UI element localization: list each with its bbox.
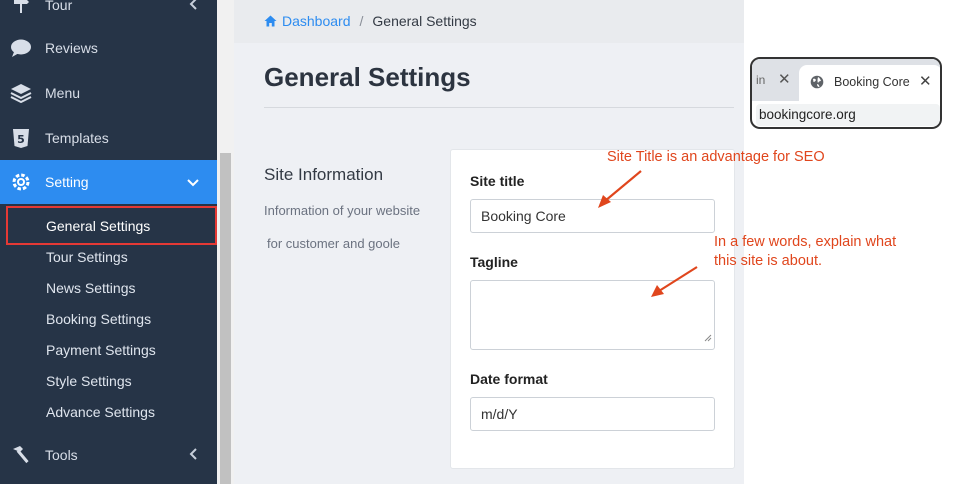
breadcrumb-separator: / bbox=[359, 13, 364, 29]
sidebar-item-label: Menu bbox=[45, 85, 81, 101]
sidebar-subitem-payment-settings[interactable]: Payment Settings bbox=[46, 340, 156, 360]
html5-icon: 5 bbox=[10, 127, 32, 149]
resize-grip-icon[interactable] bbox=[704, 329, 712, 347]
site-title-input[interactable] bbox=[470, 199, 715, 233]
sidebar-item-label: Reviews bbox=[45, 40, 98, 56]
sidebar-item-tools[interactable]: Tools bbox=[0, 433, 217, 477]
sidebar-item-tour[interactable]: Tour bbox=[0, 0, 217, 27]
sidebar-subitem-news-settings[interactable]: News Settings bbox=[46, 278, 135, 298]
svg-text:5: 5 bbox=[17, 133, 25, 146]
breadcrumb-current: General Settings bbox=[372, 13, 477, 29]
tagline-annotation-line2: this site is about. bbox=[714, 253, 822, 269]
sidebar-subitem-booking-settings[interactable]: Booking Settings bbox=[46, 309, 151, 329]
sidebar-item-templates[interactable]: 5 Templates bbox=[0, 116, 217, 160]
sidebar-item-label: Setting bbox=[45, 174, 89, 190]
browser-tab-strip: in ✕ Booking Core ✕ bbox=[752, 59, 940, 101]
section-description: Information of your website bbox=[264, 203, 421, 218]
breadcrumb-dashboard-link[interactable]: Dashboard bbox=[264, 13, 351, 29]
scrollbar-thumb[interactable] bbox=[220, 153, 231, 484]
hammer-icon bbox=[10, 444, 32, 466]
sidebar-subitem-tour-settings[interactable]: Tour Settings bbox=[46, 247, 128, 267]
site-title-annotation: Site Title is an advantage for SEO bbox=[607, 149, 825, 165]
chevron-left-icon bbox=[189, 447, 199, 463]
chevron-down-icon bbox=[187, 174, 199, 190]
sidebar-item-label: Tools bbox=[45, 447, 78, 463]
browser-tab-active[interactable]: Booking Core ✕ bbox=[799, 65, 940, 101]
address-bar[interactable]: bookingcore.org bbox=[756, 104, 940, 126]
sidebar-item-label: Templates bbox=[45, 130, 109, 146]
sidebar-subitem-general-settings[interactable]: General Settings bbox=[46, 216, 150, 236]
browser-tab-callout: in ✕ Booking Core ✕ bookingcore.org bbox=[750, 57, 942, 129]
browser-tab-previous[interactable]: in bbox=[756, 73, 765, 87]
site-title-label: Site title bbox=[470, 173, 525, 189]
date-format-input[interactable] bbox=[470, 397, 715, 431]
gear-icon bbox=[10, 171, 32, 193]
section-description-line2: for customer and goole bbox=[267, 236, 400, 251]
section-title: Site Information bbox=[264, 165, 384, 184]
sidebar-item-reviews[interactable]: Reviews bbox=[0, 26, 217, 70]
layers-icon bbox=[10, 82, 32, 104]
arrow-annotation bbox=[598, 170, 642, 208]
browser-tab-title: Booking Core bbox=[834, 75, 910, 89]
sidebar-subitem-style-settings[interactable]: Style Settings bbox=[46, 371, 132, 391]
signpost-icon bbox=[10, 0, 32, 16]
chevron-left-icon bbox=[189, 0, 199, 13]
date-format-label: Date format bbox=[470, 371, 548, 387]
sidebar-item-setting[interactable]: Setting bbox=[0, 160, 217, 204]
arrow-annotation bbox=[651, 266, 698, 297]
breadcrumb: Dashboard / General Settings bbox=[264, 13, 477, 29]
sidebar-item-label: Tour bbox=[45, 0, 73, 13]
tagline-label: Tagline bbox=[470, 254, 518, 270]
page-title: General Settings bbox=[264, 62, 471, 92]
close-icon[interactable]: ✕ bbox=[919, 72, 932, 90]
tagline-annotation-line1: In a few words, explain what bbox=[714, 234, 897, 250]
divider bbox=[264, 107, 734, 108]
comment-icon bbox=[10, 37, 32, 59]
tagline-annotation: In a few words, explain what this site i… bbox=[714, 233, 896, 271]
globe-icon bbox=[810, 75, 824, 94]
url-text: bookingcore.org bbox=[759, 107, 856, 122]
sidebar-subitem-advance-settings[interactable]: Advance Settings bbox=[46, 402, 155, 422]
close-icon[interactable]: ✕ bbox=[778, 70, 791, 88]
sidebar: Tour Reviews Menu 5 Templates Setting Ge… bbox=[0, 0, 217, 484]
home-icon bbox=[264, 15, 277, 27]
sidebar-item-menu[interactable]: Menu bbox=[0, 71, 217, 115]
